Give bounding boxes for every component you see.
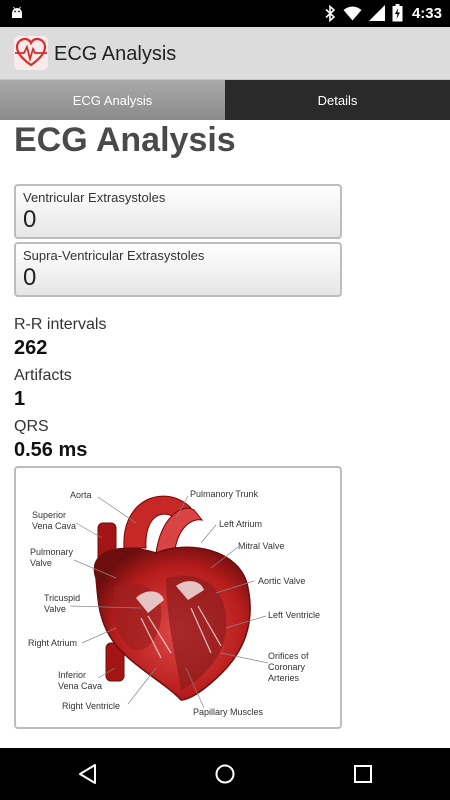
app-bar: ECG Analysis [0, 27, 450, 80]
label-superior-vena-cava: Superior Vena Cava [32, 510, 77, 531]
qrs-label: QRS [14, 418, 49, 435]
bluetooth-icon [325, 4, 336, 22]
label-inferior-vena-cava: Inferior Vena Cava [58, 670, 103, 691]
card-label: Supra-Ventricular Extrasystoles [23, 248, 205, 263]
android-icon [12, 6, 22, 18]
label-left-atrium: Left Atrium [219, 519, 263, 529]
card-value: 0 [23, 264, 37, 291]
home-icon[interactable] [213, 762, 237, 786]
supra-ventricular-extrasystoles-card[interactable]: Supra-Ventricular Extrasystoles 0 [14, 242, 342, 297]
label-right-atrium: Right Atrium [28, 638, 78, 648]
ventricular-extrasystoles-card[interactable]: Ventricular Extrasystoles 0 [14, 184, 342, 239]
label-papillary-muscles: Papillary Muscles [193, 707, 264, 717]
rr-intervals-value: 262 [14, 337, 48, 359]
signal-icon [368, 5, 385, 21]
card-value: 0 [23, 206, 37, 233]
status-bar: 4:33 [0, 0, 450, 27]
app-title: ECG Analysis [54, 43, 177, 65]
tab-ecg-analysis[interactable]: ECG Analysis [0, 80, 225, 120]
navigation-bar [0, 748, 450, 800]
label-aortic-valve: Aortic Valve [258, 576, 306, 586]
label-left-ventricle: Left Ventricle [268, 610, 321, 620]
label-coronary-orifices: Orifices of Coronary Arteries [268, 651, 309, 683]
label-pulmonary-trunk: Pulmanory Trunk [190, 489, 259, 499]
page-title: ECG Analysis [14, 121, 236, 159]
artifacts-label: Artifacts [14, 367, 72, 384]
card-label: Ventricular Extrasystoles [23, 190, 166, 205]
tab-details[interactable]: Details [225, 80, 450, 120]
tab-bar: ECG Analysis Details [0, 80, 450, 120]
recents-icon[interactable] [351, 762, 375, 786]
label-right-ventricle: Right Ventricle [62, 701, 121, 711]
clock: 4:33 [411, 4, 442, 22]
battery-icon [392, 4, 403, 22]
label-aorta: Aorta [70, 490, 92, 500]
back-icon[interactable] [76, 762, 100, 786]
heart-diagram: Aorta Pulmanory Trunk Superior Vena Cava… [14, 466, 342, 729]
qrs-value: 0.56 ms [14, 439, 88, 461]
label-mitral-valve: Mitral Valve [238, 541, 285, 551]
heart-ecg-logo [14, 36, 48, 70]
label-tricuspid-valve: Tricuspid Valve [44, 593, 81, 614]
artifacts-value: 1 [14, 388, 26, 410]
wifi-icon [343, 6, 362, 20]
rr-intervals-label: R-R intervals [14, 316, 107, 333]
label-pulmonary-valve: Pulmonary Valve [30, 547, 74, 568]
